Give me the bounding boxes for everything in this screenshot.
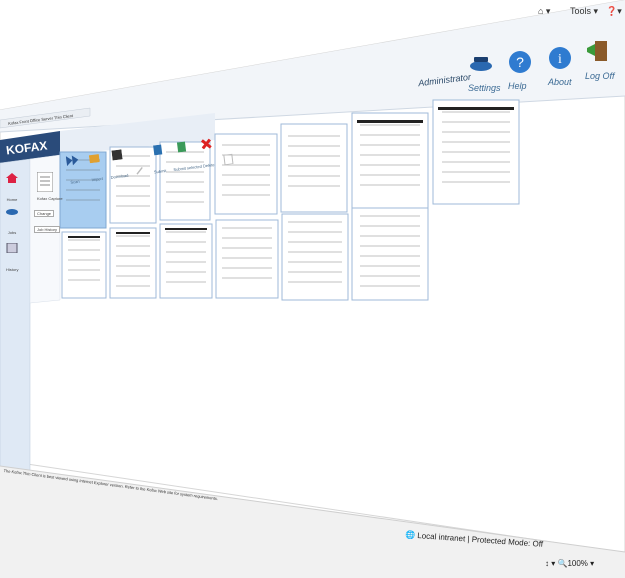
kofax-capture-shortcut[interactable] (36, 171, 54, 197)
help-nav[interactable]: ? Help (508, 50, 532, 91)
job-history-button[interactable]: Job History (34, 226, 61, 233)
submit-button[interactable]: Submit (148, 141, 170, 179)
about-nav[interactable]: i About (548, 46, 572, 87)
delete-label: Delete (202, 162, 215, 169)
jobs-icon (6, 209, 18, 215)
sidebar-label-history: History (6, 267, 19, 272)
import-label: Import (91, 175, 104, 183)
zoom-icon: 🔍 (557, 559, 568, 568)
zoom-value: 100% (567, 559, 588, 568)
help-icon: ? (509, 51, 531, 73)
submit-selected-icon (177, 141, 187, 153)
submit-label: Submit (153, 168, 167, 175)
document-icon (223, 153, 234, 166)
scanner-icon (470, 57, 492, 71)
thumbnail (159, 223, 213, 299)
scan-button[interactable]: Scan (62, 151, 84, 189)
sidebar-item-history[interactable]: History (6, 240, 18, 276)
logoff-nav[interactable]: Log Off (585, 38, 615, 81)
import-icon (89, 154, 101, 164)
thumbnail (109, 227, 157, 299)
browser-scene: ⌂ ▾ Tools ▾ ❓▾ Administrator Settings ? … (0, 0, 625, 578)
scan-label: Scan (70, 178, 80, 185)
submit-selected-button[interactable]: Submit selected (170, 138, 202, 176)
settings-nav[interactable]: Settings (468, 54, 501, 93)
svg-text:?: ? (516, 54, 524, 70)
thumbnail (281, 213, 349, 301)
sidebar-label-jobs: Jobs (7, 230, 17, 235)
globe-icon: 🌐 (404, 530, 416, 540)
svg-text:i: i (558, 52, 562, 67)
save-icon (111, 149, 123, 161)
submit-selected-label: Submit selected (173, 163, 203, 173)
zoom-control[interactable]: ↕ ▾ 🔍100% ▾ (545, 559, 594, 568)
nav-label-about: About (548, 77, 572, 87)
nav-label-logoff: Log Off (585, 71, 615, 81)
sidebar-label-home: Home (6, 197, 18, 202)
nav-label-settings: Settings (468, 83, 501, 93)
download-label: Download (110, 172, 129, 180)
delete-x-icon (200, 138, 212, 150)
thumbnail (280, 123, 348, 213)
history-icon (6, 242, 18, 254)
delete-button[interactable]: Delete (196, 135, 218, 173)
edit-button[interactable] (131, 162, 147, 182)
home-menu-button[interactable]: ⌂ ▾ (538, 6, 550, 17)
thumbnail (215, 219, 279, 299)
tools-arrow-icon: ↕ ▾ (545, 559, 556, 568)
sidebar-item-home[interactable]: Home (6, 170, 18, 206)
thumbnail (351, 112, 429, 209)
change-button[interactable]: Change (34, 210, 55, 217)
info-icon: i (549, 47, 571, 69)
submit-icon (152, 144, 163, 156)
document-icon (36, 171, 54, 193)
help-menu-button[interactable]: ❓▾ (606, 6, 622, 17)
thumbnail (61, 231, 107, 299)
pencil-icon (136, 166, 144, 175)
shortcut-label: Kofax Capture (37, 196, 63, 201)
tools-menu-button[interactable]: Tools ▾ (570, 6, 598, 17)
scan-icon (65, 155, 79, 167)
home-icon (6, 173, 18, 183)
disabled-toolbar-button[interactable] (221, 151, 237, 171)
download-button[interactable]: Download (107, 146, 129, 184)
sidebar-item-jobs[interactable]: Jobs (6, 203, 18, 239)
door-exit-icon (587, 41, 607, 61)
import-button[interactable]: Import (85, 149, 107, 187)
nav-label-help: Help (508, 81, 527, 91)
